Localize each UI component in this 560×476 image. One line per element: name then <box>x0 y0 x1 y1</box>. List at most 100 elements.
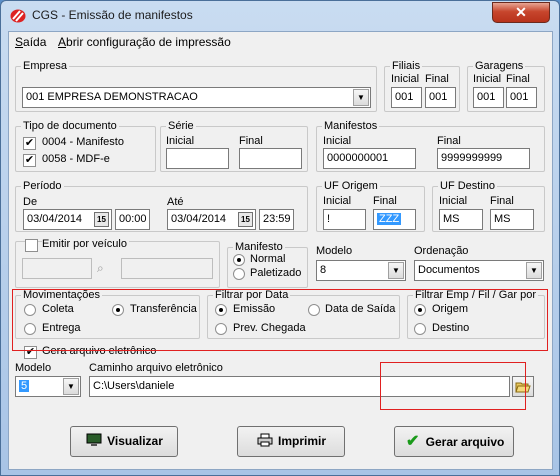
window-title: CGS - Emissão de manifestos <box>32 8 193 22</box>
manifesto-checkbox[interactable]: ✔ <box>23 137 36 150</box>
entrega-radio[interactable] <box>24 323 36 335</box>
prev-chegada-label: Prev. Chegada <box>233 322 306 334</box>
filiais-final-input[interactable]: 001 <box>425 87 456 108</box>
manifestos-final-label: Final <box>437 135 461 147</box>
uf-origem-legend: UF Origem <box>324 180 378 192</box>
origem-radio[interactable] <box>414 304 426 316</box>
periodo-ate-label: Até <box>167 196 184 208</box>
client-area: Saída Abrir configuração de impressão Em… <box>8 31 553 470</box>
manifestos-inicial-input[interactable]: 0000000001 <box>323 148 416 169</box>
prev-chegada-radio[interactable] <box>215 323 227 335</box>
chevron-down-icon[interactable]: ▼ <box>63 378 79 395</box>
serie-inicial-input[interactable] <box>166 148 229 169</box>
manifesto-paletizado-radio[interactable] <box>233 268 245 280</box>
garagens-final-input[interactable]: 001 <box>506 87 537 108</box>
modelo-label: Modelo <box>316 245 353 257</box>
filiais-inicial-input[interactable]: 001 <box>391 87 422 108</box>
serie-final-label: Final <box>239 135 263 147</box>
data-saida-radio[interactable] <box>308 304 320 316</box>
veiculo-name-input <box>121 258 213 279</box>
data-saida-label: Data de Saída <box>325 303 396 315</box>
main-window: CGS - Emissão de manifestos ✕ Saída Abri… <box>0 0 560 476</box>
uf-origem-final-input[interactable]: ZZZ <box>373 209 416 230</box>
close-button[interactable]: ✕ <box>492 2 550 23</box>
mdfe-checkbox-label: 0058 - MDF-e <box>42 153 110 165</box>
gera-arquivo-label: Gera arquivo eletrônico <box>42 345 157 357</box>
caminho-label: Caminho arquivo eletrônico <box>89 362 223 374</box>
serie-final-input[interactable] <box>239 148 302 169</box>
arquivo-modelo-select[interactable]: 5 ▼ <box>15 376 81 397</box>
periodo-ate-date-input[interactable]: 03/04/2014 15 <box>167 209 256 230</box>
uf-destino-final-input[interactable]: MS <box>490 209 534 230</box>
uf-destino-legend: UF Destino <box>440 180 496 192</box>
mdfe-checkbox[interactable]: ✔ <box>23 154 36 167</box>
uf-origem-inicial-label: Inicial <box>323 195 352 207</box>
gera-arquivo-checkbox[interactable]: ✔ <box>24 346 37 359</box>
destino-radio[interactable] <box>414 323 426 335</box>
ordenacao-label: Ordenação <box>414 245 469 257</box>
ordenacao-select[interactable]: Documentos ▼ <box>414 260 544 281</box>
arquivo-modelo-label: Modelo <box>15 362 52 374</box>
checkmark-icon: ✔ <box>405 433 420 450</box>
periodo-ate-time-input[interactable]: 23:59 <box>259 209 294 230</box>
imprimir-label: Imprimir <box>277 434 326 448</box>
veiculo-code-input <box>22 258 92 279</box>
caminho-input[interactable]: C:\Users\daniele <box>89 376 510 397</box>
chevron-down-icon[interactable]: ▼ <box>353 89 369 106</box>
manifestos-inicial-label: Inicial <box>323 135 352 147</box>
menu-saida[interactable]: Saída <box>15 35 46 49</box>
filiais-final-label: Final <box>425 73 449 85</box>
uf-destino-inicial-input[interactable]: MS <box>439 209 483 230</box>
periodo-de-date-input[interactable]: 03/04/2014 15 <box>23 209 112 230</box>
calendar-icon[interactable]: 15 <box>94 212 109 227</box>
manifestos-final-input[interactable]: 9999999999 <box>437 148 530 169</box>
menu-abrir-config[interactable]: Abrir configuração de impressão <box>58 35 231 49</box>
uf-destino-inicial-label: Inicial <box>439 195 468 207</box>
manifesto-paletizado-label: Paletizado <box>250 267 302 279</box>
app-logo-icon <box>10 9 26 23</box>
gerar-arquivo-label: Gerar arquivo <box>425 435 505 449</box>
tipo-documento-legend: Tipo de documento <box>23 120 117 132</box>
modelo-value: 8 <box>320 264 327 276</box>
visualizar-button[interactable]: Visualizar <box>70 426 178 457</box>
manifesto-normal-radio[interactable] <box>233 254 245 266</box>
title-bar[interactable]: CGS - Emissão de manifestos ✕ <box>1 1 559 31</box>
transferencia-radio[interactable] <box>112 304 124 316</box>
destino-label: Destino <box>432 322 470 334</box>
chevron-down-icon[interactable]: ▼ <box>526 262 542 279</box>
emitir-veiculo-checkbox[interactable] <box>25 239 38 252</box>
imprimir-button[interactable]: Imprimir <box>237 426 345 457</box>
filiais-inicial-label: Inicial <box>391 73 420 85</box>
arquivo-modelo-value: 5 <box>19 380 30 392</box>
periodo-de-time-input[interactable]: 00:00 <box>115 209 150 230</box>
empresa-value: 001 EMPRESA DEMONSTRACAO <box>26 91 198 103</box>
emissao-label: Emissão <box>233 303 276 315</box>
binoculars-icon: ⌕ <box>97 261 104 275</box>
uf-origem-inicial-input[interactable]: ! <box>323 209 366 230</box>
folder-open-icon[interactable] <box>512 376 534 397</box>
gerar-arquivo-button[interactable]: ✔ Gerar arquivo <box>394 426 514 457</box>
chevron-down-icon[interactable]: ▼ <box>388 262 404 279</box>
filtrar-data-legend: Filtrar por Data <box>215 289 289 301</box>
calendar-icon[interactable]: 15 <box>238 212 253 227</box>
coleta-radio[interactable] <box>24 304 36 316</box>
entrega-label: Entrega <box>42 322 81 334</box>
coleta-label: Coleta <box>42 303 74 315</box>
movimentacoes-legend: Movimentações <box>23 289 101 301</box>
serie-inicial-label: Inicial <box>166 135 195 147</box>
monitor-icon <box>85 427 103 456</box>
garagens-inicial-input[interactable]: 001 <box>473 87 504 108</box>
ordenacao-value: Documentos <box>418 264 480 276</box>
emissao-radio[interactable] <box>215 304 227 316</box>
origem-label: Origem <box>432 303 469 315</box>
periodo-de-label: De <box>23 196 38 208</box>
uf-destino-final-label: Final <box>490 195 514 207</box>
empresa-select[interactable]: 001 EMPRESA DEMONSTRACAO ▼ <box>22 87 371 108</box>
uf-origem-final-label: Final <box>373 195 397 207</box>
serie-legend: Série <box>168 120 194 132</box>
garagens-inicial-label: Inicial <box>473 73 502 85</box>
manifesto-normal-label: Normal <box>250 253 286 265</box>
empresa-legend: Empresa <box>23 60 68 72</box>
modelo-select[interactable]: 8 ▼ <box>316 260 406 281</box>
transferencia-label: Transferência <box>130 303 197 315</box>
